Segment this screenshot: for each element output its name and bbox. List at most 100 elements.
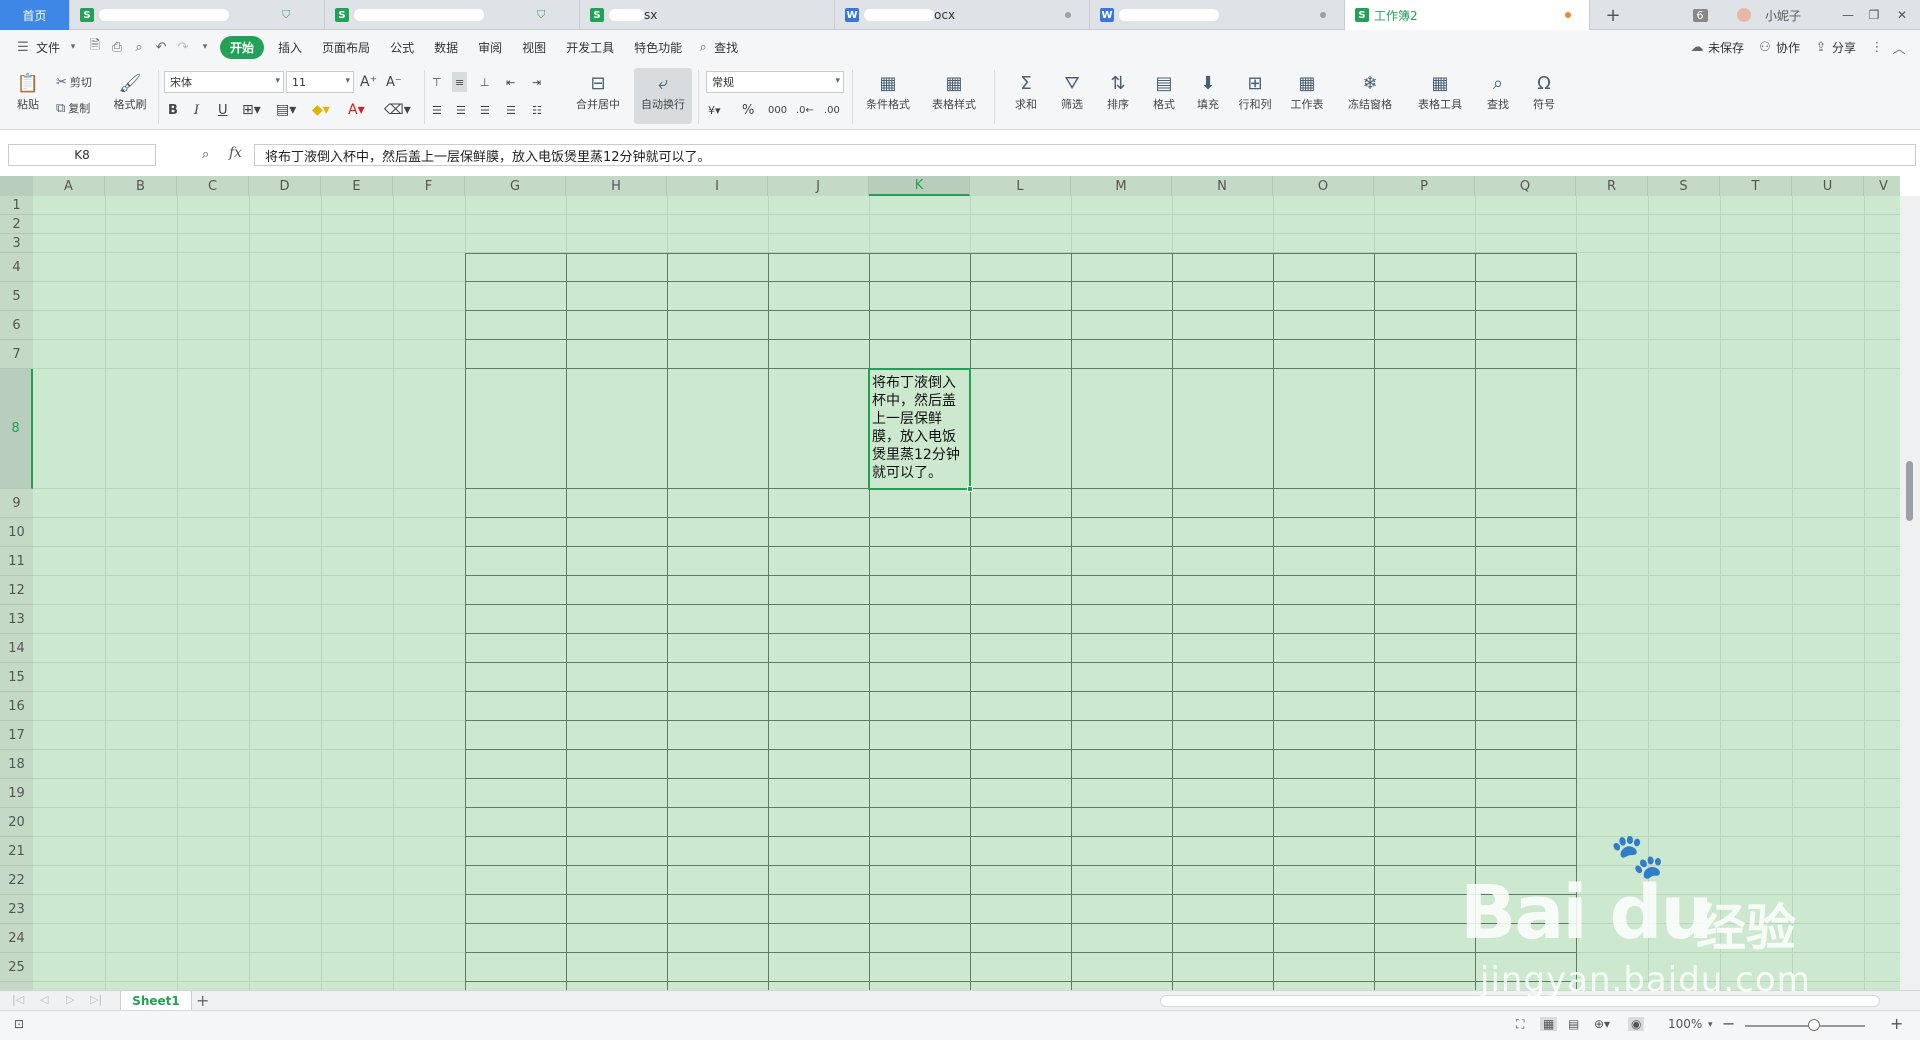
- currency-icon[interactable]: ¥▾: [708, 100, 721, 120]
- save-icon[interactable]: 🗎: [84, 36, 106, 58]
- tab-home[interactable]: 首页: [0, 0, 70, 30]
- search-icon[interactable]: ⌕: [692, 36, 714, 58]
- column-header[interactable]: O: [1273, 176, 1374, 196]
- menu-data[interactable]: 数据: [424, 39, 468, 56]
- column-header[interactable]: J: [768, 176, 869, 196]
- row-header[interactable]: 3: [0, 234, 33, 253]
- add-sheet-icon[interactable]: +: [196, 991, 209, 1010]
- conditional-format-button[interactable]: ▦ 条件格式: [856, 70, 920, 112]
- select-all-corner[interactable]: [0, 176, 33, 196]
- unsaved-dot-icon[interactable]: [1565, 12, 1571, 18]
- sum-button[interactable]: Σ 求和: [1004, 70, 1048, 112]
- customize-icon[interactable]: ▾: [194, 36, 216, 58]
- tab-doc-1[interactable]: S ⛉: [70, 0, 325, 30]
- prev-sheet-icon[interactable]: ◁: [40, 993, 48, 1006]
- align-middle-icon[interactable]: ≡: [452, 72, 468, 92]
- table-tools-button[interactable]: ▦ 表格工具: [1410, 70, 1470, 112]
- avatar[interactable]: [1735, 0, 1753, 30]
- copy-button[interactable]: ⧉ 复制: [56, 98, 90, 118]
- column-header[interactable]: G: [465, 176, 566, 196]
- menu-insert[interactable]: 插入: [268, 39, 312, 56]
- indent-increase-icon[interactable]: ⇥: [532, 72, 541, 92]
- formula-input[interactable]: 将布丁液倒入杯中，然后盖上一层保鲜膜，放入电饭煲里蒸12分钟就可以了。: [254, 144, 1916, 166]
- indent-decrease-icon[interactable]: ⇤: [506, 72, 515, 92]
- row-col-button[interactable]: ⊞ 行和列: [1230, 70, 1280, 112]
- name-box[interactable]: K8: [8, 144, 156, 166]
- column-header[interactable]: A: [33, 176, 105, 196]
- wrap-text-button[interactable]: ⤶ 自动换行: [634, 68, 692, 124]
- row-header[interactable]: 14: [0, 634, 33, 663]
- close-dot-icon[interactable]: [1320, 12, 1326, 18]
- zoom-slider-knob[interactable]: [1808, 1019, 1820, 1031]
- zoom-out-icon[interactable]: −: [1722, 1014, 1735, 1033]
- close-icon[interactable]: ✕: [1890, 0, 1914, 30]
- scroll-thumb[interactable]: [1906, 461, 1913, 521]
- table-style-button[interactable]: ▦ 表格样式: [922, 70, 986, 112]
- font-name-select[interactable]: 宋体 ▾: [164, 71, 284, 93]
- fill-button[interactable]: ⬇ 填充: [1186, 70, 1230, 112]
- cut-button[interactable]: ✂ 剪切: [56, 72, 92, 92]
- zoom-in-icon[interactable]: +: [1890, 1014, 1903, 1033]
- eraser-icon[interactable]: ⌫▾: [384, 100, 411, 120]
- row-header[interactable]: 22: [0, 866, 33, 895]
- vertical-scrollbar[interactable]: [1900, 196, 1920, 990]
- increase-decimal-icon[interactable]: .0←: [796, 100, 814, 120]
- page-break-view-icon[interactable]: ⊕▾: [1594, 1017, 1610, 1031]
- row-header[interactable]: 6: [0, 311, 33, 340]
- tab-doc-2[interactable]: S ⛉: [325, 0, 580, 30]
- eye-protection-icon[interactable]: ◉: [1628, 1017, 1645, 1031]
- row-header[interactable]: 10: [0, 518, 33, 547]
- collapse-ribbon-icon[interactable]: ︿: [1888, 36, 1910, 58]
- border-icon[interactable]: ⊞▾: [242, 100, 261, 120]
- last-sheet-icon[interactable]: ▷|: [90, 993, 102, 1006]
- menu-developer[interactable]: 开发工具: [556, 39, 624, 56]
- collab-button[interactable]: 协作: [1776, 39, 1810, 56]
- restore-icon[interactable]: ❐: [1862, 0, 1886, 30]
- column-header[interactable]: C: [177, 176, 249, 196]
- justify-icon[interactable]: ☰: [506, 100, 516, 120]
- first-sheet-icon[interactable]: |◁: [12, 993, 24, 1006]
- row-header[interactable]: 11: [0, 547, 33, 576]
- zoom-dropdown-icon[interactable]: ▾: [1708, 1020, 1713, 1030]
- paste-button[interactable]: 📋 粘贴: [10, 70, 46, 112]
- bold-icon[interactable]: B: [168, 100, 178, 120]
- italic-icon[interactable]: I: [194, 100, 199, 120]
- align-top-icon[interactable]: ⊤: [432, 72, 442, 92]
- align-left-icon[interactable]: ☰: [432, 100, 442, 120]
- menu-page-layout[interactable]: 页面布局: [312, 39, 380, 56]
- column-header[interactable]: I: [667, 176, 768, 196]
- number-format-select[interactable]: 常规 ▾: [706, 71, 844, 93]
- row-header[interactable]: 16: [0, 692, 33, 721]
- row-header[interactable]: 7: [0, 340, 33, 369]
- chevron-down-icon[interactable]: ▾: [62, 36, 84, 58]
- column-header[interactable]: K: [869, 176, 970, 196]
- filter-button[interactable]: ⛛ 筛选: [1050, 70, 1094, 112]
- row-header[interactable]: 9: [0, 489, 33, 518]
- zoom-slider[interactable]: [1745, 1025, 1865, 1027]
- column-header[interactable]: R: [1576, 176, 1648, 196]
- unsaved-status[interactable]: 未保存: [1708, 39, 1754, 56]
- thousands-icon[interactable]: 000: [768, 100, 787, 120]
- column-header[interactable]: D: [249, 176, 321, 196]
- sort-button[interactable]: ⇅ 排序: [1096, 70, 1140, 112]
- increase-font-icon[interactable]: A⁺: [360, 72, 377, 92]
- active-cell[interactable]: 将布丁液倒入杯中，然后盖上一层保鲜膜，放入电饭煲里蒸12分钟就可以了。: [868, 368, 973, 492]
- user-name[interactable]: 小妮子: [1758, 0, 1808, 30]
- menu-review[interactable]: 审阅: [468, 39, 512, 56]
- row-header[interactable]: 19: [0, 779, 33, 808]
- fx-icon[interactable]: fx: [229, 145, 242, 161]
- find-button[interactable]: ⌕ 查找: [1476, 70, 1520, 112]
- freeze-panes-button[interactable]: ❄ 冻结窗格: [1340, 70, 1400, 112]
- macro-icon[interactable]: ⊡: [14, 1017, 24, 1031]
- underline-icon[interactable]: U: [218, 100, 228, 120]
- column-header[interactable]: P: [1374, 176, 1475, 196]
- column-header[interactable]: Q: [1475, 176, 1576, 196]
- row-header[interactable]: 8: [0, 369, 33, 489]
- zoom-formula-icon[interactable]: ⌕: [202, 147, 209, 162]
- column-header[interactable]: T: [1720, 176, 1792, 196]
- align-center-icon[interactable]: ☰: [456, 100, 466, 120]
- decrease-font-icon[interactable]: A⁻: [386, 72, 402, 92]
- tab-doc-4[interactable]: W ocx: [835, 0, 1090, 30]
- new-tab-icon[interactable]: +: [1598, 0, 1628, 30]
- row-header[interactable]: 17: [0, 721, 33, 750]
